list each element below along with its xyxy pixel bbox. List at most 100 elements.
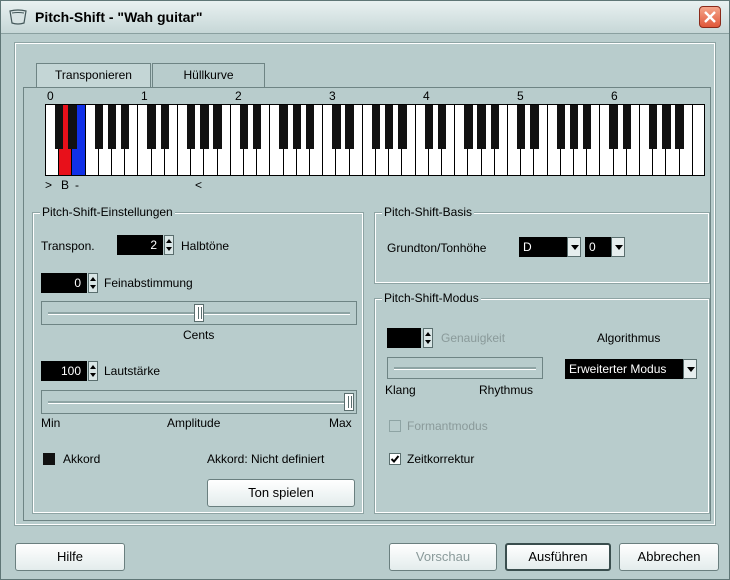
- timecorrection-checkbox[interactable]: [389, 453, 401, 465]
- black-key[interactable]: [371, 105, 381, 149]
- black-key[interactable]: [437, 105, 447, 149]
- accuracy-field[interactable]: [387, 328, 421, 348]
- black-key[interactable]: [239, 105, 249, 149]
- pitch-shift-dialog: Pitch-Shift - "Wah guitar" Transponieren…: [0, 0, 730, 580]
- black-key[interactable]: [424, 105, 433, 149]
- transpose-field[interactable]: 2: [117, 235, 163, 255]
- piano-keyboard[interactable]: [45, 104, 705, 176]
- octave-label: 1: [141, 89, 148, 103]
- volume-stepper[interactable]: [88, 361, 98, 381]
- basis-group-title: Pitch-Shift-Basis: [382, 205, 475, 219]
- finetune-stepper[interactable]: [88, 273, 98, 293]
- amplitude-min-label: Min: [41, 416, 61, 430]
- semitones-label: Halbtöne: [181, 239, 230, 253]
- black-key[interactable]: [490, 105, 499, 149]
- tab-huellkurve[interactable]: Hüllkurve: [152, 63, 265, 87]
- black-key[interactable]: [477, 105, 486, 149]
- black-key[interactable]: [332, 105, 341, 149]
- chevron-down-icon[interactable]: [567, 237, 581, 257]
- help-button[interactable]: Hilfe: [15, 543, 125, 571]
- slider-track: [394, 367, 536, 370]
- algorithm-label: Algorithmus: [597, 331, 661, 345]
- transpose-stepper[interactable]: [164, 235, 174, 255]
- tab-transponieren[interactable]: Transponieren: [36, 63, 151, 88]
- black-key[interactable]: [398, 105, 407, 149]
- down-arrow-icon: [90, 285, 96, 289]
- black-key[interactable]: [186, 105, 196, 149]
- chord-checkbox[interactable]: [43, 453, 55, 465]
- down-arrow-icon: [90, 373, 96, 377]
- amplitude-max-label: Max: [329, 416, 352, 430]
- sound-label: Klang: [385, 383, 416, 397]
- black-key[interactable]: [94, 105, 103, 149]
- finetune-field[interactable]: 0: [41, 273, 87, 293]
- up-arrow-icon: [166, 239, 172, 243]
- cancel-button[interactable]: Abbrechen: [619, 543, 719, 571]
- white-key[interactable]: [692, 105, 704, 175]
- mode-group-title: Pitch-Shift-Modus: [382, 291, 481, 305]
- black-key[interactable]: [54, 105, 64, 149]
- transpose-label: Transpon.: [41, 239, 95, 253]
- black-key[interactable]: [279, 105, 288, 149]
- black-key[interactable]: [120, 105, 130, 149]
- close-button[interactable]: [699, 6, 721, 28]
- chevron-down-icon[interactable]: [611, 237, 625, 257]
- checkmark-icon: [390, 455, 400, 463]
- chevron-down-icon[interactable]: [683, 359, 697, 379]
- range-end-marker: <: [195, 178, 203, 192]
- chord-status: Akkord: Nicht definiert: [207, 452, 325, 466]
- amplitude-slider[interactable]: [41, 390, 357, 414]
- black-key[interactable]: [609, 105, 618, 149]
- black-key[interactable]: [252, 105, 262, 149]
- accuracy-stepper[interactable]: [423, 328, 433, 348]
- root-note-select[interactable]: D: [519, 237, 567, 257]
- formant-checkbox[interactable]: [389, 420, 401, 432]
- black-key[interactable]: [305, 105, 315, 149]
- root-note-marker: B: [61, 178, 70, 192]
- play-tone-button[interactable]: Ton spielen: [207, 479, 355, 507]
- algorithm-select[interactable]: Erweiterter Modus: [565, 359, 683, 379]
- black-key[interactable]: [516, 105, 526, 149]
- black-key[interactable]: [384, 105, 394, 149]
- black-key[interactable]: [147, 105, 156, 149]
- window-title: Pitch-Shift - "Wah guitar": [35, 9, 203, 25]
- rhythm-label: Rhythmus: [479, 383, 534, 397]
- octave-label: 4: [423, 89, 430, 103]
- black-key[interactable]: [530, 105, 539, 149]
- black-key[interactable]: [68, 105, 77, 149]
- cents-slider[interactable]: [41, 301, 357, 325]
- slider-thumb[interactable]: [344, 393, 354, 411]
- black-key[interactable]: [622, 105, 631, 149]
- black-key[interactable]: [107, 105, 117, 149]
- up-arrow-icon: [425, 332, 431, 336]
- volume-field[interactable]: 100: [41, 361, 87, 381]
- octave-label: 2: [235, 89, 242, 103]
- black-key[interactable]: [345, 105, 354, 149]
- black-key[interactable]: [464, 105, 473, 149]
- settings-group-title: Pitch-Shift-Einstellungen: [40, 205, 175, 219]
- volume-label: Lautstärke: [104, 364, 161, 378]
- black-key[interactable]: [292, 105, 301, 149]
- keyboard-markers: > B - <: [45, 178, 705, 192]
- apply-button[interactable]: Ausführen: [505, 543, 611, 571]
- black-key[interactable]: [648, 105, 658, 149]
- black-key[interactable]: [662, 105, 671, 149]
- accuracy-label: Genauigkeit: [441, 331, 506, 345]
- black-key[interactable]: [675, 105, 684, 149]
- root-pitch-label: Grundton/Tonhöhe: [387, 241, 487, 255]
- black-key[interactable]: [200, 105, 209, 149]
- black-key[interactable]: [556, 105, 565, 149]
- down-arrow-icon: [425, 340, 431, 344]
- sound-rhythm-slider[interactable]: [387, 357, 543, 379]
- black-key[interactable]: [582, 105, 592, 149]
- black-key[interactable]: [213, 105, 222, 149]
- finetune-label: Feinabstimmung: [104, 276, 193, 290]
- slider-thumb[interactable]: [194, 304, 204, 322]
- down-arrow-icon: [166, 247, 172, 251]
- pitch-select[interactable]: 0: [585, 237, 613, 257]
- preview-button[interactable]: Vorschau: [389, 543, 497, 571]
- black-key[interactable]: [569, 105, 579, 149]
- title-bar[interactable]: Pitch-Shift - "Wah guitar": [1, 1, 729, 34]
- black-key[interactable]: [160, 105, 169, 149]
- octave-labels: 0 1 2 3 4 5 6: [47, 89, 707, 103]
